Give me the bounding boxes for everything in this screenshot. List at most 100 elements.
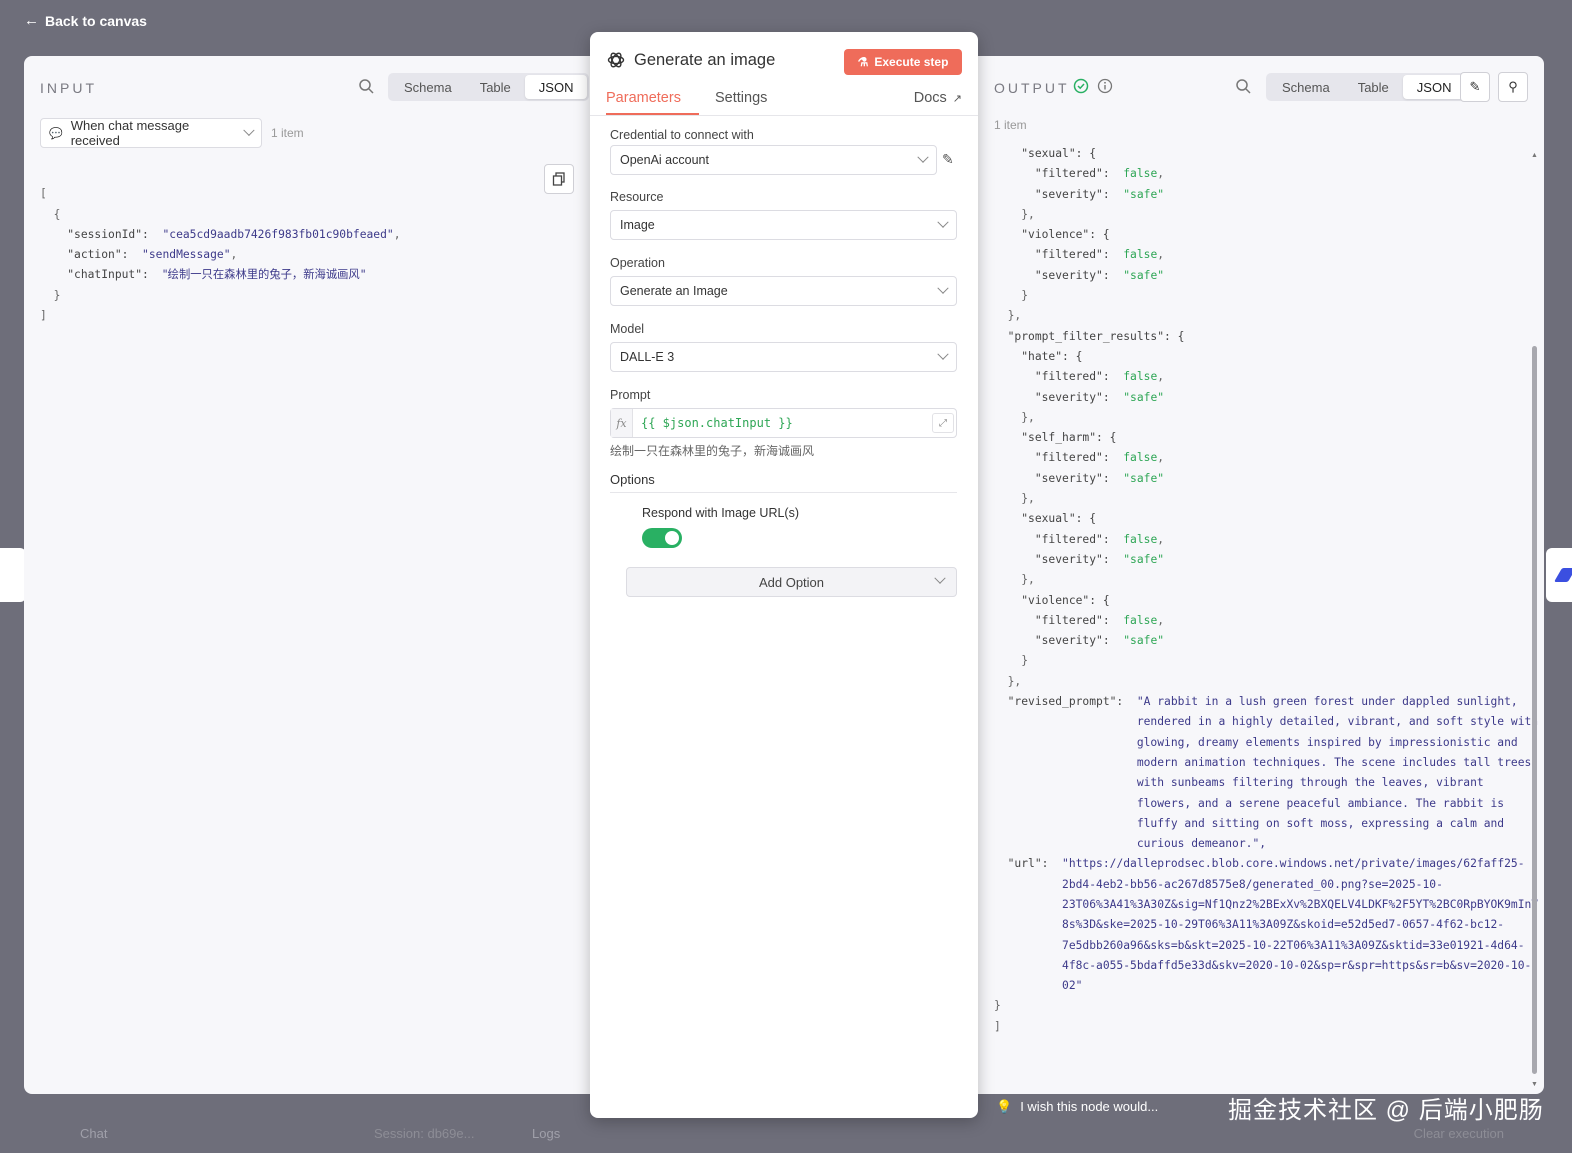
json-line: "sexual": {: [1021, 148, 1097, 160]
json-line: },: [1021, 410, 1035, 424]
add-option-label: Add Option: [758, 574, 825, 590]
node-header: Generate an image: [606, 50, 775, 70]
flask-icon: ⚗: [857, 55, 869, 69]
external-link-icon: ↗: [952, 92, 962, 105]
chevron-down-icon: [937, 348, 949, 360]
execute-step-button[interactable]: ⚗ Execute step: [844, 49, 962, 75]
revised-prompt-line: rendered in a highly detailed, vibrant, …: [1136, 715, 1539, 729]
chevron-down-icon: [937, 216, 949, 228]
logs-tab[interactable]: Logs: [532, 1126, 560, 1141]
tab-schema[interactable]: Schema: [390, 75, 466, 99]
json-line: "filtered": false,: [1034, 248, 1165, 262]
input-json-view: [ { "sessionId": "cea5cd9aadb7426f983fb0…: [40, 187, 401, 323]
resource-label: Resource: [610, 190, 664, 204]
url-line: 02": [1062, 979, 1083, 993]
expand-icon[interactable]: ⤢: [932, 413, 954, 433]
json-line: },: [1007, 309, 1022, 323]
url-line: 2bd4-4eb2-bb56-ac267d8575e8/generated_00…: [1062, 877, 1443, 891]
right-node-handle[interactable]: [1546, 548, 1572, 602]
input-item-count: 1 item: [271, 126, 304, 140]
success-check-icon: [1073, 78, 1089, 94]
arrow-left-icon: ←: [24, 12, 39, 29]
json-line: "sexual": {: [1021, 512, 1097, 526]
node-tabs: Parameters Settings Docs ↗: [590, 88, 978, 116]
add-option-button[interactable]: Add Option: [626, 567, 957, 597]
json-line: }: [1021, 654, 1029, 668]
openai-logo-icon: [607, 52, 625, 68]
watermark: 掘金技术社区 @ 后端小肥肠: [1228, 1097, 1544, 1124]
node-title[interactable]: Generate an image: [634, 51, 775, 70]
json-line: }: [1021, 289, 1029, 303]
scroll-up-icon[interactable]: ▲: [1531, 152, 1538, 159]
tab-table[interactable]: Table: [1344, 75, 1403, 99]
input-source-select[interactable]: 💬 When chat message received: [40, 118, 262, 148]
output-item-count: 1 item: [994, 118, 1027, 132]
execute-step-label: Execute step: [874, 55, 949, 69]
scroll-down-icon[interactable]: ▼: [1531, 1081, 1538, 1088]
json-line: },: [1021, 492, 1035, 506]
json-line: "severity": "safe": [1034, 552, 1165, 566]
json-line: "severity": "safe": [1034, 268, 1165, 282]
json-chatinput-value: 绘制一只在森林里的兔子，新海诚画风: [167, 268, 360, 282]
docs-label: Docs: [913, 90, 947, 106]
output-scrollbar[interactable]: ▲ ▼: [1530, 152, 1538, 1088]
output-json-view[interactable]: "sexual": { "filtered": false, "severity…: [978, 148, 1544, 1094]
copy-button[interactable]: [544, 164, 574, 194]
model-select[interactable]: DALL-E 3: [610, 342, 957, 372]
tab-parameters[interactable]: Parameters: [606, 90, 681, 106]
tab-table[interactable]: Table: [466, 75, 525, 99]
respond-url-toggle[interactable]: [642, 528, 682, 548]
search-icon[interactable]: [358, 78, 374, 94]
clear-execution-button[interactable]: Clear execution: [1414, 1126, 1504, 1141]
revised-prompt-line: modern animation techniques. The scene i…: [1136, 755, 1532, 769]
revised-prompt-line: flowers, and a serene peaceful ambiance.…: [1136, 796, 1505, 810]
respond-url-label: Respond with Image URL(s): [642, 506, 800, 520]
chat-tab[interactable]: Chat: [80, 1126, 107, 1141]
json-line: "filtered": false,: [1034, 451, 1165, 465]
model-label: Model: [610, 322, 645, 336]
search-icon[interactable]: [1235, 78, 1251, 94]
tab-schema[interactable]: Schema: [1268, 75, 1344, 99]
left-node-handle[interactable]: [0, 548, 26, 602]
operation-select[interactable]: Generate an Image: [610, 276, 957, 306]
output-view-tabs: Schema Table JSON: [1266, 73, 1468, 101]
tab-settings[interactable]: Settings: [715, 90, 767, 106]
input-panel: INPUT Schema Table JSON 💬 When chat mess…: [24, 56, 590, 1094]
output-panel: OUTPUT Schema Table JSON ✎ ⚲ 1 item "sex…: [978, 56, 1544, 1094]
revised-prompt-line: with sunbeams filtering through the leav…: [1136, 776, 1484, 790]
resource-select[interactable]: Image: [610, 210, 957, 240]
chevron-down-icon: [243, 124, 255, 136]
pin-data-button[interactable]: ⚲: [1498, 72, 1528, 102]
active-tab-indicator: [606, 113, 699, 115]
url-line: 23T06%3A41%3A30Z&sig=Nf1Qnz2%2BExXv%2BXQ…: [1062, 897, 1539, 911]
prompt-input[interactable]: fx {{ $json.chatInput }} ⤢: [610, 408, 957, 438]
json-line: "filtered": false,: [1034, 613, 1165, 627]
docs-link[interactable]: Docs ↗: [914, 90, 962, 106]
chat-icon: 💬: [49, 127, 63, 140]
revised-prompt-line: "revised_prompt": "A rabbit in a lush gr…: [1007, 695, 1518, 709]
input-view-tabs: Schema Table JSON: [388, 73, 590, 101]
chevron-down-icon: [937, 282, 949, 294]
url-line: 7e5dbb260a96&sks=b&skt=2025-10-22T06%3A1…: [1062, 938, 1525, 952]
chevron-down-icon: [917, 151, 929, 163]
feedback-link[interactable]: 💡 I wish this node would...: [996, 1099, 1158, 1115]
info-icon[interactable]: [1097, 78, 1113, 94]
json-line: "severity": "safe": [1034, 390, 1165, 404]
json-line: "violence": {: [1021, 593, 1110, 607]
json-line: "filtered": false,: [1034, 370, 1165, 384]
revised-prompt-line: fluffy and sitting on soft moss, express…: [1136, 816, 1505, 830]
back-to-canvas-link[interactable]: ← Back to canvas: [24, 12, 147, 29]
tab-json[interactable]: JSON: [1402, 75, 1466, 99]
json-line: ]: [994, 1019, 1001, 1033]
json-line: "filtered": false,: [1034, 167, 1165, 181]
json-action-value: sendMessage: [148, 248, 224, 262]
feedback-label: I wish this node would...: [1020, 1099, 1159, 1114]
edit-credential-icon[interactable]: ✎: [942, 151, 954, 168]
credential-select[interactable]: OpenAi account: [610, 145, 937, 175]
tab-json[interactable]: JSON: [524, 75, 588, 99]
prompt-preview: 绘制一只在森林里的兔子，新海诚画风: [610, 444, 815, 458]
json-line: "filtered": false,: [1034, 532, 1165, 546]
edit-output-button[interactable]: ✎: [1460, 72, 1490, 102]
scrollbar-thumb[interactable]: [1532, 346, 1537, 1074]
credential-value: OpenAi account: [620, 153, 709, 167]
